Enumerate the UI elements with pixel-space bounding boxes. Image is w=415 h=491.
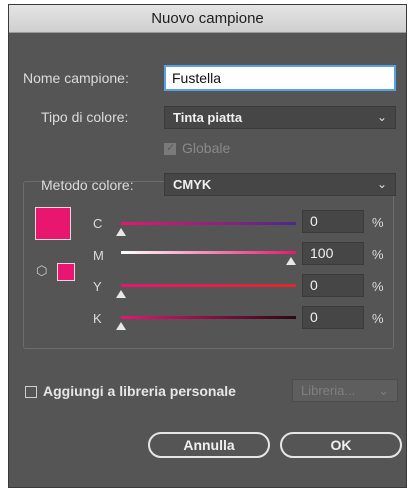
- channel-k-input[interactable]: 0: [302, 306, 364, 329]
- cancel-button[interactable]: Annulla: [148, 432, 270, 458]
- chevron-down-icon: ⌄: [376, 110, 387, 124]
- dialog-title: Nuovo campione: [9, 5, 406, 33]
- color-mode-label: Metodo colore:: [41, 177, 134, 193]
- channel-m-input[interactable]: 100: [302, 242, 364, 265]
- global-label: Globale: [182, 140, 231, 156]
- library-value: Libreria...: [301, 383, 356, 398]
- out-of-gamut-icon[interactable]: ⬡: [36, 263, 47, 279]
- chevron-down-icon: ⌄: [378, 383, 389, 398]
- channel-y-input[interactable]: 0: [302, 274, 364, 297]
- channel-k-slider[interactable]: [121, 316, 296, 319]
- new-swatch-dialog: Nuovo campione Nome campione: Tipo di co…: [8, 4, 407, 488]
- channel-k-unit: %: [372, 311, 384, 326]
- swatch-name-label: Nome campione:: [23, 70, 129, 86]
- channel-y-unit: %: [372, 279, 384, 294]
- channel-y-slider[interactable]: [121, 284, 296, 287]
- channel-c-label: C: [93, 216, 103, 231]
- swatch-name-input[interactable]: [164, 65, 396, 91]
- color-type-label: Tipo di colore:: [41, 109, 129, 125]
- color-type-value: Tinta piatta: [173, 110, 243, 125]
- channel-k-label: K: [93, 311, 102, 326]
- channel-m-handle[interactable]: [286, 257, 296, 265]
- channel-k-handle[interactable]: [116, 322, 126, 330]
- ok-button[interactable]: OK: [280, 432, 402, 458]
- swatch-preview: [35, 207, 71, 240]
- add-library-checkbox[interactable]: [25, 386, 37, 398]
- channel-y-label: Y: [93, 279, 102, 294]
- channel-y-handle[interactable]: [116, 290, 126, 298]
- channel-c-slider[interactable]: [121, 222, 296, 225]
- channel-m-label: M: [93, 248, 104, 263]
- add-library-label: Aggiungi a libreria personale: [43, 383, 236, 399]
- color-mode-select[interactable]: CMYK ⌄: [164, 173, 396, 196]
- color-mode-value: CMYK: [173, 177, 212, 192]
- chevron-down-icon: ⌄: [376, 177, 387, 191]
- global-checkbox[interactable]: [164, 141, 176, 155]
- channel-c-input[interactable]: 0: [302, 210, 364, 233]
- library-select[interactable]: Libreria... ⌄: [292, 379, 398, 402]
- channel-m-unit: %: [372, 247, 384, 262]
- color-type-select[interactable]: Tinta piatta ⌄: [164, 106, 396, 129]
- channel-m-slider[interactable]: [121, 251, 296, 254]
- channel-c-handle[interactable]: [116, 228, 126, 236]
- gamut-swatch[interactable]: [57, 263, 75, 281]
- channel-c-unit: %: [372, 215, 384, 230]
